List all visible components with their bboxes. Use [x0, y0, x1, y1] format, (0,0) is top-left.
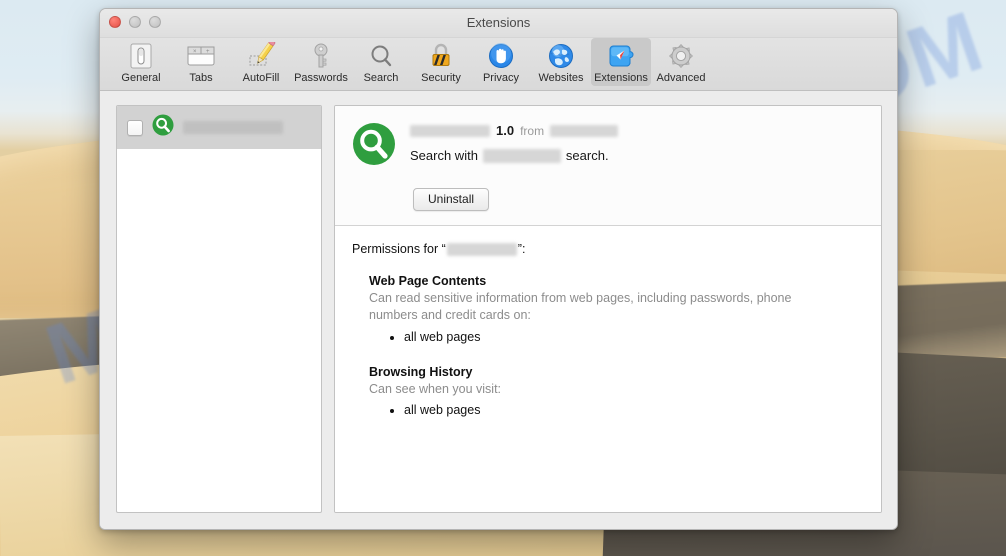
extension-name-redacted: [183, 121, 283, 134]
security-icon: [412, 41, 470, 71]
extensions-list[interactable]: [116, 105, 322, 513]
permission-group: Web Page Contents Can read sensitive inf…: [352, 274, 865, 347]
permissions-heading: Permissions for “ ”:: [352, 242, 865, 256]
toolbar-item-label: AutoFill: [242, 72, 280, 84]
permission-item: all web pages: [404, 401, 865, 420]
description-prefix: Search with: [410, 148, 478, 163]
search-icon: [352, 41, 410, 71]
preferences-window: Extensions General × + Tabs AutoFill Pas…: [99, 8, 898, 530]
toolbar-item-label: Advanced: [656, 72, 706, 84]
permission-group-text: Can read sensitive information from web …: [369, 291, 792, 322]
traffic-light-group: [109, 16, 161, 28]
toolbar-item-extensions[interactable]: Extensions: [591, 38, 651, 86]
toolbar-item-autofill[interactable]: AutoFill: [231, 38, 291, 86]
toolbar-item-websites[interactable]: Websites: [531, 38, 591, 86]
general-icon: [112, 41, 170, 71]
toolbar-item-label: Security: [421, 72, 461, 84]
permission-item: all web pages: [404, 328, 865, 347]
extension-header: 1.0 from Search with search. Uninstall: [335, 106, 881, 226]
close-button-icon[interactable]: [109, 16, 121, 28]
list-item[interactable]: [117, 106, 321, 149]
permission-group-title: Browsing History: [369, 364, 473, 379]
toolbar-item-advanced[interactable]: Advanced: [651, 38, 711, 86]
extensions-icon: [592, 41, 650, 71]
permission-group-text: Can see when you visit:: [369, 381, 502, 396]
autofill-icon: [232, 41, 290, 71]
advanced-icon: [652, 41, 710, 71]
toolbar-item-label: Websites: [538, 72, 584, 84]
svg-text:×: ×: [193, 49, 197, 55]
permissions-heading-prefix: Permissions for “: [352, 242, 446, 256]
permission-group: Browsing History Can see when you visit:…: [352, 365, 865, 421]
zoom-button-icon[interactable]: [149, 16, 161, 28]
toolbar-item-security[interactable]: Security: [411, 38, 471, 86]
toolbar-item-label: Search: [363, 72, 399, 84]
permission-group-title: Web Page Contents: [369, 274, 487, 288]
description-name-redacted: [482, 148, 561, 163]
extension-enabled-checkbox[interactable]: [127, 119, 143, 136]
passwords-icon: [292, 41, 350, 71]
extension-version: 1.0: [496, 123, 515, 138]
preferences-toolbar: General × + Tabs AutoFill Passwords Sear…: [100, 38, 897, 91]
uninstall-button[interactable]: Uninstall: [413, 188, 490, 211]
green-magnifier-icon: [152, 114, 174, 141]
extension-detail-pane: 1.0 from Search with search. Uninstall P…: [334, 105, 882, 513]
extension-publisher-redacted: [550, 124, 619, 137]
minimize-button-icon[interactable]: [129, 16, 141, 28]
green-magnifier-icon: [352, 122, 396, 171]
window-titlebar[interactable]: Extensions: [100, 9, 897, 38]
toolbar-item-label: Tabs: [189, 72, 213, 84]
from-label: from: [520, 123, 545, 138]
svg-text:+: +: [206, 49, 210, 55]
websites-icon: [532, 41, 590, 71]
toolbar-item-label: General: [121, 72, 161, 84]
toolbar-item-label: Passwords: [294, 72, 348, 84]
toolbar-item-general[interactable]: General: [111, 38, 171, 86]
toolbar-item-tabs[interactable]: × + Tabs: [171, 38, 231, 86]
toolbar-item-label: Privacy: [482, 72, 520, 84]
permissions-section: Permissions for “ ”: Web Page Contents C…: [335, 226, 881, 512]
description-suffix: search.: [565, 148, 609, 163]
window-title: Extensions: [466, 15, 531, 30]
extension-name-redacted: [410, 124, 490, 137]
toolbar-item-passwords[interactable]: Passwords: [291, 38, 351, 86]
extensions-content: 1.0 from Search with search. Uninstall P…: [100, 91, 897, 529]
permissions-extension-name-redacted: [446, 242, 517, 256]
toolbar-item-label: Extensions: [594, 72, 648, 84]
toolbar-item-privacy[interactable]: Privacy: [471, 38, 531, 86]
permission-group-items: all web pages: [352, 401, 865, 420]
permissions-heading-suffix: ”:: [517, 242, 526, 256]
privacy-icon: [472, 41, 530, 71]
permission-group-items: all web pages: [352, 328, 865, 347]
toolbar-item-search[interactable]: Search: [351, 38, 411, 86]
tabs-icon: × +: [172, 41, 230, 71]
